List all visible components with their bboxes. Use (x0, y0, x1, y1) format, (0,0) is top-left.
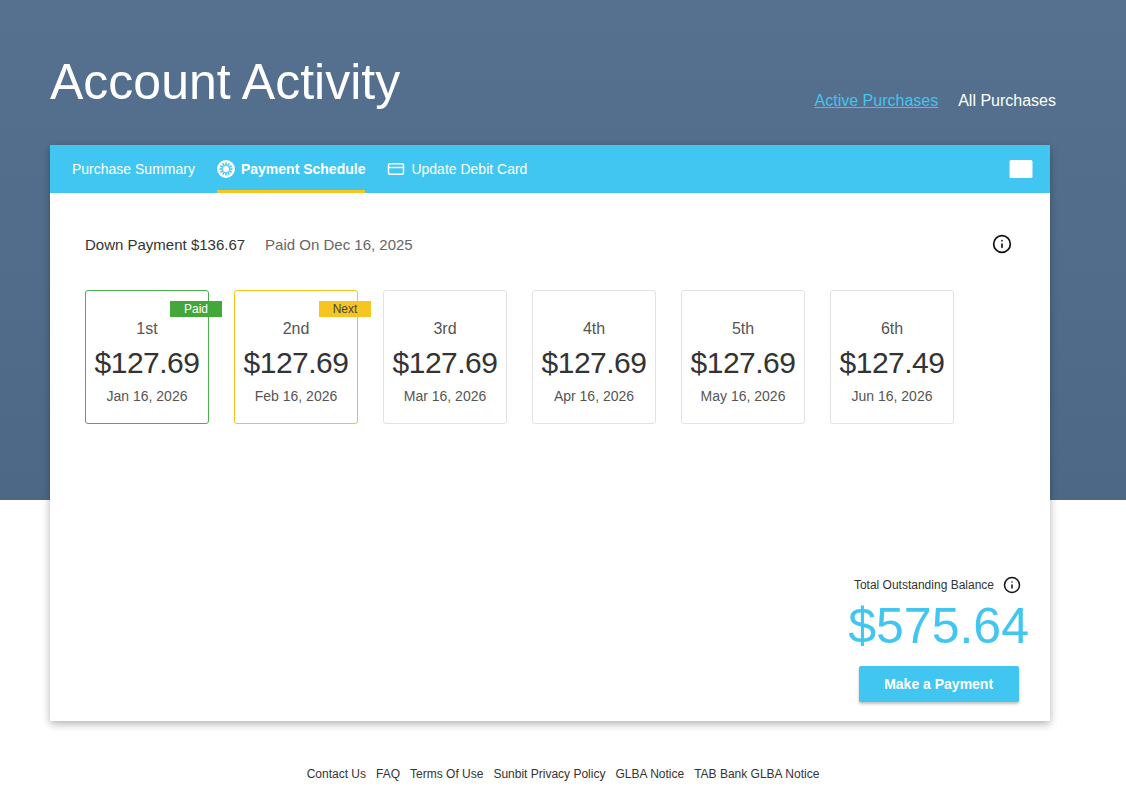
installment-amount: $127.69 (393, 346, 498, 380)
info-button[interactable] (992, 234, 1012, 254)
installment-date: May 16, 2026 (701, 388, 786, 404)
footer-link[interactable]: Contact Us (307, 767, 366, 781)
installment-card: Paid1st$127.69Jan 16, 2026 (85, 290, 209, 424)
footer: Contact Us FAQ Terms Of Use Sunbit Privacy … (50, 767, 1076, 781)
down-payment-row: Down Payment $136.67 Paid On Dec 16, 2025 (85, 233, 1015, 255)
status-badge: Paid (170, 301, 222, 317)
header-link[interactable]: Active Purchases (815, 92, 939, 110)
page-title: Account Activity (50, 52, 400, 112)
footer-link[interactable]: FAQ (376, 767, 400, 781)
installment-number: 1st (136, 320, 157, 338)
installment-date: Jun 16, 2026 (852, 388, 933, 404)
info-icon[interactable] (992, 234, 1012, 254)
page: Account Activity Active Purchases All Purc… (0, 0, 1126, 781)
installment-card: 3rd $127.69 Mar 16, 2026 (383, 290, 507, 424)
installment-card: Next2nd$127.69Feb 16, 2026 (234, 290, 358, 424)
installment-amount: $127.49 (840, 346, 945, 380)
footer-link[interactable]: TAB Bank GLBA Notice (694, 767, 819, 781)
installment-number: 2nd (283, 320, 310, 338)
installment-date: Feb 16, 2026 (255, 388, 338, 404)
header-links: Active Purchases All Purchases (815, 92, 1056, 112)
installment-date: Mar 16, 2026 (404, 388, 487, 404)
installment-number: 3rd (433, 320, 456, 338)
footer-link[interactable]: GLBA Notice (615, 767, 684, 781)
mail-icon[interactable] (1006, 154, 1036, 184)
balance-amount: $575.64 (848, 596, 1029, 656)
installment-amount: $127.69 (244, 346, 349, 380)
header-link[interactable]: All Purchases (958, 92, 1056, 110)
make-payment-button[interactable]: Make a Payment (859, 666, 1019, 702)
payment-schedule: Down Payment $136.67 Paid On Dec 16, 2025… (50, 193, 1050, 721)
balance-label-row: Total Outstanding Balance (854, 576, 1021, 594)
tab[interactable]: Payment Schedule (217, 145, 366, 193)
down-payment-label: Down Payment $136.67 (85, 236, 245, 253)
installment-card: 6th $127.49 Jun 16, 2026 (830, 290, 954, 424)
installments: Paid 1st $127.69 Jan 16, 2026 Next 2nd $127.69… (85, 290, 1015, 424)
mail-button[interactable] (1006, 145, 1036, 193)
installment-amount: $127.69 (95, 346, 200, 380)
installment-number: 6th (881, 320, 903, 338)
balance-label: Total Outstanding Balance (854, 578, 994, 592)
installment-date: Apr 16, 2026 (554, 388, 634, 404)
status-badge: Next (319, 301, 371, 317)
credit-card-icon (387, 160, 405, 178)
installment-amount: $127.69 (542, 346, 647, 380)
installment-card: 5th $127.69 May 16, 2026 (681, 290, 805, 424)
tab[interactable]: Update Debit Card (387, 145, 527, 193)
installment-card: 4th $127.69 Apr 16, 2026 (532, 290, 656, 424)
footer-link[interactable]: Terms Of Use (410, 767, 483, 781)
footer-link[interactable]: Sunbit Privacy Policy (493, 767, 605, 781)
down-payment-date: Paid On Dec 16, 2025 (265, 236, 413, 253)
info-icon[interactable] (1003, 576, 1021, 594)
balance-area: Total Outstanding Balance $575.64 Make a P… (848, 576, 1029, 721)
tab[interactable]: Purchase Summary (72, 145, 195, 193)
installment-date: Jan 16, 2026 (107, 388, 188, 404)
schedule-icon (217, 160, 235, 178)
tab-bar: Purchase Summary Payment Schedule Update D… (50, 145, 1050, 193)
installment-number: 5th (732, 320, 754, 338)
header: Account Activity Active Purchases All Purc… (50, 0, 1076, 112)
installment-amount: $127.69 (691, 346, 796, 380)
account-card: Purchase Summary Payment Schedule Update D… (50, 145, 1050, 721)
installment-number: 4th (583, 320, 605, 338)
